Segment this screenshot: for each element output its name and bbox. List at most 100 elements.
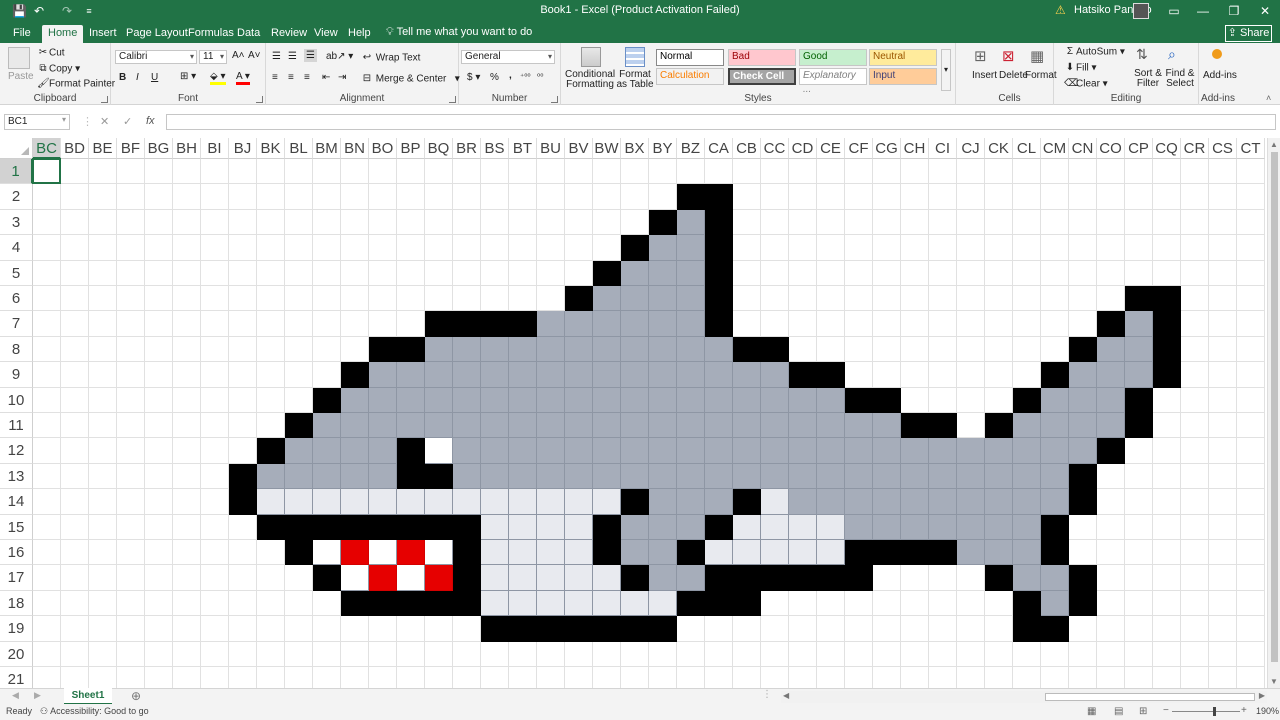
grid-cell[interactable] bbox=[593, 362, 621, 388]
grid-cell[interactable] bbox=[509, 489, 537, 515]
grid-cell[interactable] bbox=[705, 413, 733, 439]
grid-cell[interactable] bbox=[761, 286, 789, 312]
grid-cell[interactable] bbox=[1125, 209, 1153, 236]
grid-cell[interactable] bbox=[453, 463, 481, 490]
grid-cell[interactable] bbox=[761, 565, 789, 591]
horizontal-scrollbar[interactable]: ◀ ▶ bbox=[781, 691, 1267, 703]
grid-cell[interactable] bbox=[481, 590, 509, 617]
grid-cell[interactable] bbox=[1013, 413, 1041, 439]
grid-cell[interactable] bbox=[33, 235, 61, 261]
grid-cell[interactable] bbox=[1153, 260, 1181, 286]
grid-cell[interactable] bbox=[341, 463, 369, 490]
bold-button[interactable]: B bbox=[119, 72, 126, 83]
column-header[interactable]: BI bbox=[201, 138, 229, 159]
grid-cell[interactable] bbox=[901, 235, 929, 261]
grid-cell[interactable] bbox=[537, 362, 565, 388]
column-header[interactable]: CQ bbox=[1153, 138, 1181, 159]
grid-cell[interactable] bbox=[369, 159, 397, 185]
ribbon-display-options-button[interactable]: ▭ bbox=[1159, 2, 1189, 20]
grid-cell[interactable] bbox=[537, 235, 565, 261]
grid-cell[interactable] bbox=[1097, 159, 1125, 185]
grid-cell[interactable] bbox=[145, 336, 173, 363]
grid-cell[interactable] bbox=[985, 235, 1013, 261]
decrease-indent-icon[interactable]: ⇤ bbox=[322, 72, 330, 83]
grid-cell[interactable] bbox=[33, 514, 61, 540]
grid-cell[interactable] bbox=[537, 565, 565, 591]
grid-cell[interactable] bbox=[929, 235, 957, 261]
grid-cell[interactable] bbox=[1041, 387, 1069, 413]
column-header[interactable]: BO bbox=[369, 138, 397, 159]
grid-cell[interactable] bbox=[453, 260, 481, 286]
grid-cell[interactable] bbox=[173, 463, 201, 490]
grid-cell[interactable] bbox=[957, 387, 985, 413]
grid-cell[interactable] bbox=[1181, 260, 1209, 286]
grid-cell[interactable] bbox=[1013, 362, 1041, 388]
grid-cell[interactable] bbox=[985, 590, 1013, 617]
grid-cell[interactable] bbox=[341, 413, 369, 439]
increase-font-size-icon[interactable]: A˄ bbox=[232, 50, 245, 61]
grid-cell[interactable] bbox=[1181, 413, 1209, 439]
grid-cell[interactable] bbox=[1237, 336, 1265, 363]
grid-cell[interactable] bbox=[1209, 311, 1237, 337]
grid-cell[interactable] bbox=[593, 463, 621, 490]
formula-bar-grip-icon[interactable]: ⋮ bbox=[82, 115, 93, 128]
grid-cell[interactable] bbox=[565, 209, 593, 236]
grid-cell[interactable] bbox=[1181, 489, 1209, 515]
grid-cell[interactable] bbox=[565, 413, 593, 439]
delete-cells-icon[interactable]: ⊠ bbox=[1002, 47, 1015, 65]
grid-cell[interactable] bbox=[229, 438, 257, 464]
grid-cell[interactable] bbox=[201, 286, 229, 312]
grid-cell[interactable] bbox=[229, 616, 257, 642]
grid-cell[interactable] bbox=[89, 286, 117, 312]
grid-cell[interactable] bbox=[229, 413, 257, 439]
grid-cell[interactable] bbox=[201, 438, 229, 464]
grid-cell[interactable] bbox=[705, 336, 733, 363]
grid-cell[interactable] bbox=[89, 489, 117, 515]
sort-filter-icon[interactable]: ⇅ bbox=[1136, 46, 1148, 63]
grid-cell[interactable] bbox=[1013, 235, 1041, 261]
zoom-slider[interactable] bbox=[1172, 711, 1240, 712]
format-as-table-icon[interactable] bbox=[625, 47, 645, 67]
grid-cell[interactable] bbox=[89, 641, 117, 667]
grid-cell[interactable] bbox=[705, 590, 733, 617]
grid-cell[interactable] bbox=[117, 260, 145, 286]
grid-cell[interactable] bbox=[1153, 565, 1181, 591]
grid-cell[interactable] bbox=[929, 565, 957, 591]
grid-cell[interactable] bbox=[1181, 438, 1209, 464]
grid-cell[interactable] bbox=[817, 235, 845, 261]
italic-button[interactable]: I bbox=[136, 72, 139, 83]
grid-cell[interactable] bbox=[1181, 286, 1209, 312]
grid-cell[interactable] bbox=[61, 590, 89, 617]
grid-cell[interactable] bbox=[677, 311, 705, 337]
grid-cell[interactable] bbox=[1069, 590, 1097, 617]
grid-cell[interactable] bbox=[761, 184, 789, 210]
grid-cell[interactable] bbox=[341, 616, 369, 642]
grid-cell[interactable] bbox=[817, 311, 845, 337]
comma-button[interactable]: , bbox=[509, 70, 512, 81]
grid-cell[interactable] bbox=[621, 489, 649, 515]
grid-cell[interactable] bbox=[117, 463, 145, 490]
grid-cell[interactable] bbox=[1041, 438, 1069, 464]
tab-insert[interactable]: Insert bbox=[83, 25, 123, 43]
grid-cell[interactable] bbox=[509, 235, 537, 261]
grid-cell[interactable] bbox=[1097, 209, 1125, 236]
grid-cell[interactable] bbox=[1069, 260, 1097, 286]
grid-cell[interactable] bbox=[173, 336, 201, 363]
grid-cell[interactable] bbox=[481, 463, 509, 490]
grid-cell[interactable] bbox=[593, 209, 621, 236]
grid-cell[interactable] bbox=[481, 540, 509, 566]
grid-cell[interactable] bbox=[761, 463, 789, 490]
copy-button[interactable]: ⧉ Copy ▾ bbox=[37, 63, 80, 75]
grid-cell[interactable] bbox=[901, 540, 929, 566]
grid-cell[interactable] bbox=[285, 565, 313, 591]
grid-cell[interactable] bbox=[1013, 463, 1041, 490]
grid-cell[interactable] bbox=[285, 540, 313, 566]
grid-cell[interactable] bbox=[61, 616, 89, 642]
grid-cell[interactable] bbox=[285, 235, 313, 261]
grid-cell[interactable] bbox=[761, 159, 789, 185]
tab-split-grip-icon[interactable]: ⋮ bbox=[762, 689, 772, 700]
vertical-scrollbar[interactable]: ▲ ▼ bbox=[1267, 138, 1280, 688]
grid-cell[interactable] bbox=[117, 413, 145, 439]
grid-cell[interactable] bbox=[845, 286, 873, 312]
grid-cell[interactable] bbox=[33, 540, 61, 566]
